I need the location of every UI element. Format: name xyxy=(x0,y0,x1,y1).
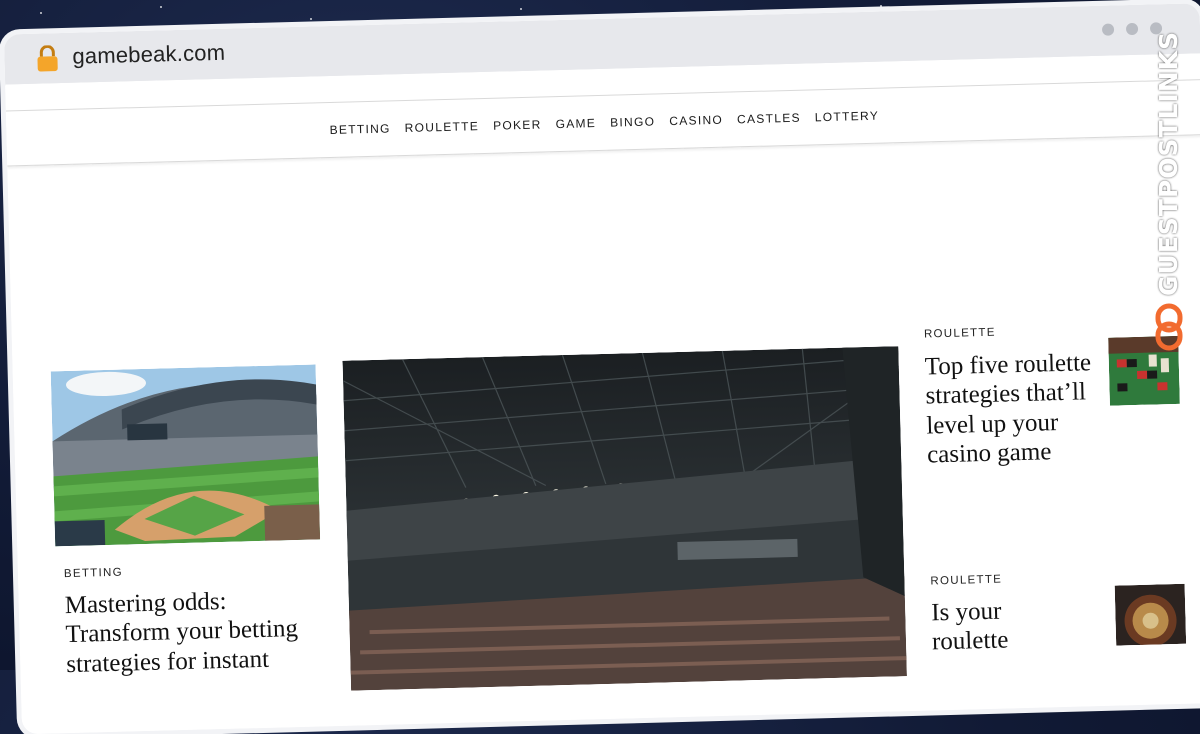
article-category[interactable]: ROULETTE xyxy=(924,327,996,341)
watermark-text: GUESTPOSTLINKS xyxy=(1154,30,1183,296)
nav-item-bingo[interactable]: BINGO xyxy=(610,114,656,129)
stadium-interior-hero-image[interactable] xyxy=(342,346,907,691)
website: BETTING ROULETTE POKER GAME BINGO CASINO… xyxy=(5,53,1200,734)
lock-icon xyxy=(37,45,58,72)
watermark: GUESTPOSTLINKS xyxy=(1152,31,1192,360)
nav-item-lottery[interactable]: LOTTERY xyxy=(815,109,880,125)
chain-link-icon xyxy=(1155,303,1183,351)
browser-window: gamebeak.com BETTING ROULETTE POKER GAME… xyxy=(3,3,1200,734)
window-dot xyxy=(1125,22,1139,36)
nav-item-poker[interactable]: POKER xyxy=(493,117,542,132)
browser-window-wrapper: gamebeak.com BETTING ROULETTE POKER GAME… xyxy=(0,0,1200,734)
article-title[interactable]: Is your roulette xyxy=(931,595,1082,657)
article-category[interactable]: ROULETTE xyxy=(930,574,1002,588)
article-title[interactable]: Mastering odds: Transform your betting s… xyxy=(64,585,316,679)
main-nav: BETTING ROULETTE POKER GAME BINGO CASINO… xyxy=(5,80,1200,167)
nav-item-betting[interactable]: BETTING xyxy=(329,121,390,137)
article-category[interactable]: BETTING xyxy=(64,567,123,581)
nav-item-casino[interactable]: CASINO xyxy=(669,113,723,128)
baseball-stadium-image[interactable] xyxy=(50,364,321,547)
url-text[interactable]: gamebeak.com xyxy=(72,40,225,70)
nav-item-roulette[interactable]: ROULETTE xyxy=(405,119,480,135)
article-title[interactable]: Top five roulette strategies that’ll lev… xyxy=(924,348,1097,469)
nav-item-game[interactable]: GAME xyxy=(555,116,596,131)
nav-item-castles[interactable]: CASTLES xyxy=(737,111,801,127)
window-dot xyxy=(1101,23,1115,36)
roulette-wheel-thumbnail[interactable] xyxy=(1114,583,1187,646)
